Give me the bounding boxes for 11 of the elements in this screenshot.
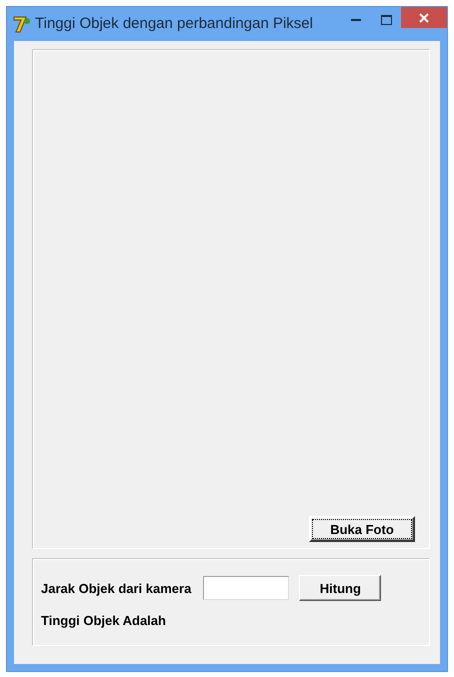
app-icon xyxy=(13,15,31,33)
minimize-icon xyxy=(351,18,361,22)
maximize-icon xyxy=(380,15,392,25)
calculate-button[interactable]: Hitung xyxy=(299,575,382,601)
distance-field[interactable] xyxy=(203,576,290,600)
open-photo-button[interactable]: Buka Foto xyxy=(309,516,415,542)
window-title: Tinggi Objek dengan perbandingan Piksel xyxy=(35,15,313,32)
result-label: Tinggi Objek Adalah xyxy=(41,613,167,628)
close-icon xyxy=(419,12,429,22)
distance-label: Jarak Objek dari kamera xyxy=(41,580,192,596)
close-button[interactable] xyxy=(401,7,447,28)
